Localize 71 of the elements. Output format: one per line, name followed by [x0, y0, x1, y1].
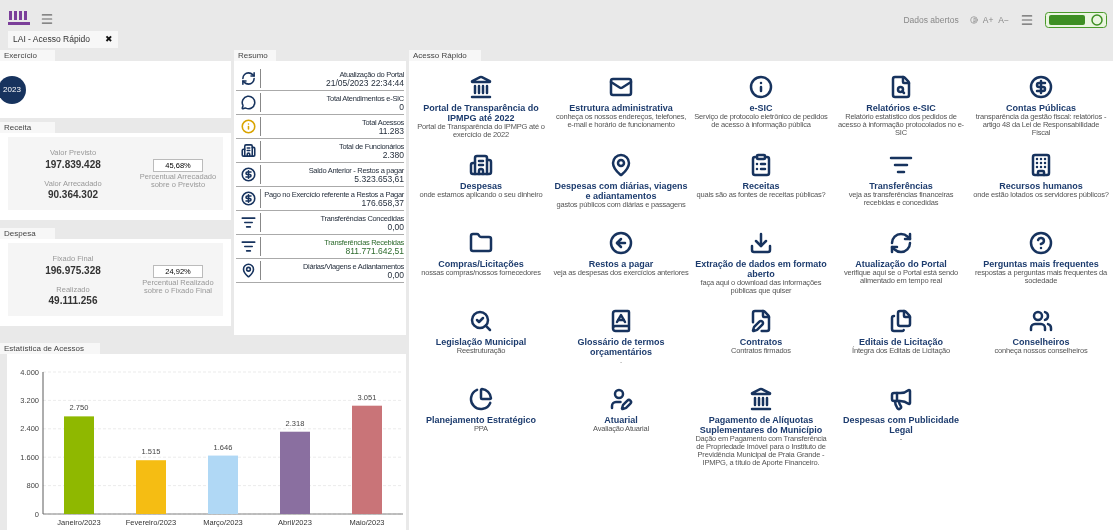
tile-title: Despesas com diárias, viagens e adiantamentos — [553, 181, 689, 201]
tile-title: e-SIC — [749, 103, 773, 113]
tile-title: Extração de dados em formato aberto — [694, 259, 828, 279]
tile-title: Transferências — [869, 181, 933, 191]
report-search-icon — [889, 75, 913, 99]
building-icon — [1029, 153, 1053, 177]
close-button[interactable]: ✖ — [105, 32, 113, 47]
map-pin-icon — [609, 153, 633, 177]
folder-icon — [469, 231, 493, 255]
summary-value: 176.658,37 — [361, 198, 404, 208]
money-icon — [240, 167, 256, 182]
tile-title: Atuarial — [604, 415, 638, 425]
envelope-icon — [609, 75, 633, 99]
tile-title: Pagamento de Alíquotas Suplementares do Município — [699, 415, 823, 435]
stat-value: 90.364.302 — [47, 188, 99, 200]
building-icon — [469, 153, 493, 177]
building-icon — [240, 143, 256, 158]
bar — [136, 460, 166, 514]
transparency-badge-icon[interactable] — [1045, 12, 1107, 28]
page-tab-label[interactable]: LAI - Acesso Rápido — [13, 33, 90, 46]
stat-value: 197.839.428 — [45, 158, 101, 170]
summary-value: 2.380 — [382, 150, 404, 160]
summary-value: 0,00 — [387, 270, 404, 280]
tile-title: Planejamento Estratégico — [425, 415, 536, 425]
page-tab[interactable]: LAI - Acesso Rápido ✖ — [8, 31, 118, 48]
bank-icon — [469, 75, 493, 99]
refresh-icon — [240, 71, 256, 86]
book-icon — [609, 309, 633, 333]
summary-value: 21/05/2023 22:34:44 — [326, 78, 404, 88]
tile-title: Atualização do Portal — [855, 259, 947, 269]
summary-value: 5.323.653,61 — [354, 174, 404, 184]
refresh-icon — [889, 231, 913, 255]
tile-title: Portal de Transparência do IPMPG até 2022 — [422, 103, 540, 123]
contrast-icon[interactable] — [969, 16, 978, 24]
money-icon — [240, 191, 256, 206]
bar — [208, 455, 238, 514]
tile-title: Despesas com Publicidade Legal — [841, 415, 960, 435]
tile-title: Conselheiros — [1012, 337, 1070, 347]
tile-title: Despesas — [460, 181, 502, 191]
megaphone-icon — [889, 387, 913, 411]
tile-title: Receitas — [742, 181, 780, 191]
bank-icon — [749, 387, 773, 411]
clipboard-icon — [749, 153, 773, 177]
download-icon — [749, 231, 773, 255]
menu-icon[interactable] — [1020, 13, 1034, 27]
menu-icon[interactable] — [40, 12, 54, 26]
tile-title: Compras/Licitações — [438, 259, 524, 269]
tile-title: Perguntas mais frequentes — [983, 259, 1099, 269]
tile-title: Estrutura administrativa — [569, 103, 673, 113]
info-icon — [749, 75, 773, 99]
summary-value: 11.283 — [378, 126, 404, 136]
summary-value: 0,00 — [387, 222, 404, 232]
tile-title: Relatórios e-SIC — [866, 103, 936, 113]
question-icon — [1029, 231, 1053, 255]
people-icon — [1029, 309, 1053, 333]
pie-chart-icon — [469, 387, 493, 411]
contract-icon — [749, 309, 773, 333]
tile-title: Contratos — [739, 337, 783, 347]
tile-title: Restos a pagar — [588, 259, 654, 269]
year-badge: 2023 — [0, 75, 26, 104]
info-icon — [240, 119, 256, 134]
tile-title: Editais de Licitação — [859, 337, 943, 347]
stat-value: 196.975.328 — [45, 264, 101, 276]
tile-title: Recursos humanos — [999, 181, 1083, 191]
stat-value: 49.111.256 — [48, 294, 98, 306]
summary-value: 0 — [399, 102, 404, 112]
tile-title: Contas Públicas — [1006, 103, 1076, 113]
papers-icon — [889, 309, 913, 333]
tile-title: Legislação Municipal — [435, 337, 527, 347]
tile-title: Glossário de termos orçamentários — [576, 337, 666, 357]
summary-value: 811.771.642,51 — [345, 246, 404, 256]
